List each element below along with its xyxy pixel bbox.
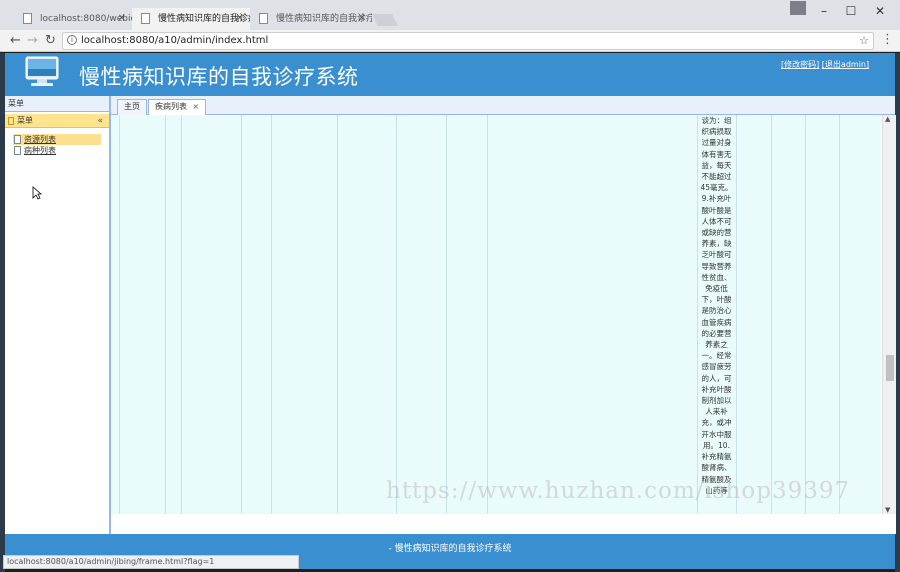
back-icon[interactable]: ← [10,33,21,48]
grid-column-divider [181,115,182,514]
browser-tab-2[interactable]: 慢性病知识库的自我诊疗 ✕ [132,8,250,30]
vertical-scrollbar[interactable]: ▲ ▼ [882,115,896,514]
main-content: 主页 疾病列表 × 谈为：组织病损取过量对身体有害无益，每天不能超过45毫克。9… [110,96,896,534]
scrollbar-thumb[interactable] [886,355,894,381]
watermark: https://www.huzhan.com/ishop39397 [386,478,851,504]
grid-column-divider [271,115,272,514]
menu-tree: 资源列表 病种列表 [5,128,109,156]
app-header: 慢性病知识库的自我诊疗系统 [修改密码] [退出admin] [5,53,895,96]
file-icon [14,146,21,155]
close-window-icon[interactable]: ✕ [872,4,888,18]
sidebar: 菜单 菜单 « 资源列表 病种列表 [5,96,110,534]
tab-label: 疾病列表 [155,102,187,111]
forward-icon[interactable]: → [27,33,38,48]
grid-column-divider [337,115,338,514]
content-bottom-area [111,514,896,534]
user-profile-icon[interactable] [790,1,806,15]
app-title: 慢性病知识库的自我诊疗系统 [79,65,359,89]
grid-column-divider [697,115,698,514]
browser-tab-strip: localhost:8080/webido ✕ 慢性病知识库的自我诊疗 ✕ 慢性… [0,0,900,30]
file-icon [14,135,21,144]
grid-column-divider [446,115,447,514]
browser-tab-1[interactable]: localhost:8080/webido ✕ [14,8,132,30]
sidebar-header: 菜单 [5,96,109,112]
grid-column-divider [396,115,397,514]
grid-column-divider [736,115,737,514]
close-tab-icon[interactable]: ✕ [358,8,366,30]
change-password-link[interactable]: [修改密码] [781,60,819,69]
close-tab-icon[interactable]: ✕ [118,8,126,30]
grid-column-divider [241,115,242,514]
page-icon [141,13,150,24]
browser-status-bar: localhost:8080/a10/admin/jibing/frame.ht… [3,555,299,569]
browser-tab-3[interactable]: 慢性病知识库的自我诊疗 ✕ [250,8,372,30]
page-icon [23,13,32,24]
scroll-up-icon[interactable]: ▲ [885,115,890,123]
page-icon [259,13,268,24]
grid-column-divider [805,115,806,514]
maximize-icon[interactable]: ☐ [843,4,859,18]
info-icon[interactable]: i [67,35,77,45]
reload-icon[interactable]: ↻ [45,33,56,48]
logout-link[interactable]: [退出admin] [822,60,869,69]
scroll-down-icon[interactable]: ▼ [885,506,890,514]
collapse-icon[interactable]: « [97,114,103,128]
bookmark-star-icon[interactable]: ☆ [859,33,869,49]
tree-item-label: 病种列表 [24,146,56,155]
accordion-title: 菜单 [17,116,33,125]
grid-cell-text: 谈为：组织病损取过量对身体有害无益，每天不能超过45毫克。9.补充叶酸叶酸是人体… [700,116,733,495]
close-tab-icon[interactable]: ✕ [236,8,244,30]
grid-column-divider [165,115,166,514]
mouse-cursor-icon [32,186,42,200]
tab-disease-list[interactable]: 疾病列表 × [148,99,207,115]
close-tab-icon[interactable]: × [193,102,200,111]
tab-label: 主页 [124,102,140,111]
grid-column-divider [487,115,488,514]
tree-item-label: 资源列表 [24,135,56,144]
tree-item-resource-list[interactable]: 资源列表 [13,134,101,145]
monitor-logo-icon [25,56,59,86]
minimize-icon[interactable]: – [816,4,832,18]
tree-item-disease-list[interactable]: 病种列表 [13,145,109,156]
address-bar-row: ← → ↻ i localhost:8080/a10/admin/index.h… [0,30,900,52]
grid-column-divider [119,115,120,514]
new-tab-button[interactable] [372,14,398,26]
header-links: [修改密码] [退出admin] [781,59,869,70]
browser-menu-icon[interactable]: ⋮ [881,32,894,47]
url-input[interactable]: i localhost:8080/a10/admin/index.html ☆ [62,32,874,50]
menu-accordion-header[interactable]: 菜单 « [5,114,109,128]
tab-home[interactable]: 主页 [117,99,147,115]
menu-icon [8,117,14,125]
data-grid: 谈为：组织病损取过量对身体有害无益，每天不能超过45毫克。9.补充叶酸叶酸是人体… [111,115,881,514]
grid-column-divider [839,115,840,514]
url-text: localhost:8080/a10/admin/index.html [81,35,269,46]
content-tabs: 主页 疾病列表 × [111,96,895,115]
grid-column-divider [771,115,772,514]
